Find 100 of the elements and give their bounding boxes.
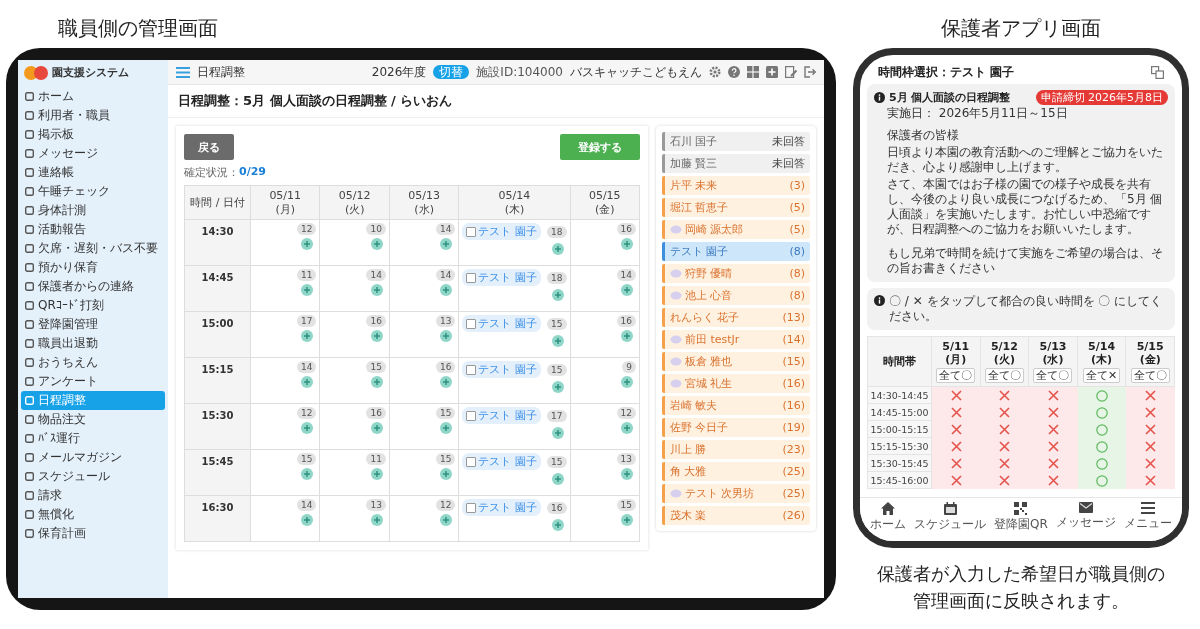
select-all-button[interactable]: 全て✕ [1083, 368, 1121, 383]
plus-icon[interactable] [370, 330, 383, 342]
plus-icon[interactable] [370, 422, 383, 434]
sidebar-item[interactable]: 活動報告 [21, 220, 165, 239]
select-all-button[interactable]: 全て〇 [936, 368, 976, 383]
nav-item[interactable]: スケジュール [914, 502, 987, 533]
plus-icon[interactable] [370, 238, 383, 250]
sidebar-item[interactable]: 連絡帳 [21, 163, 165, 182]
sidebar-item[interactable]: 職員出退勤 [21, 334, 165, 353]
plus-icon[interactable] [551, 427, 564, 439]
nav-item[interactable]: メッセージ [1055, 502, 1116, 533]
sidebar-item[interactable]: メールマガジン [21, 448, 165, 467]
sidebar-item[interactable]: 身体計測 [21, 201, 165, 220]
sidebar-item[interactable]: 保護者からの連絡 [21, 277, 165, 296]
plus-icon[interactable] [551, 289, 564, 301]
sidebar-item[interactable]: 保育計画 [21, 524, 165, 543]
roster-item[interactable]: 石川 国子 未回答 [662, 132, 810, 151]
checkbox[interactable] [466, 364, 477, 375]
plus-icon[interactable] [551, 243, 564, 255]
sidebar-item[interactable]: 請求 [21, 486, 165, 505]
sidebar-item[interactable]: 預かり保育 [21, 258, 165, 277]
plus-icon[interactable] [301, 422, 314, 434]
nav-item[interactable]: ホーム [870, 502, 906, 533]
checkbox[interactable] [466, 502, 477, 513]
back-button[interactable]: 戻る [184, 134, 234, 160]
plus-icon[interactable] [301, 284, 314, 296]
plus-icon[interactable] [621, 468, 633, 480]
plus-icon[interactable] [370, 468, 383, 480]
nav-item[interactable]: 登降園QR [994, 502, 1048, 533]
plus-icon[interactable] [301, 376, 314, 388]
sidebar-item[interactable]: メッセージ [21, 144, 165, 163]
count-badge: 16 [547, 501, 567, 514]
plus-icon[interactable] [440, 422, 453, 434]
plus-icon[interactable] [621, 238, 633, 250]
gear-icon[interactable] [709, 66, 721, 78]
roster-item[interactable]: 加藤 賢三 未回答 [662, 154, 810, 173]
plus-icon[interactable] [370, 514, 383, 526]
count-badge: 14 [616, 269, 636, 281]
sidebar-item[interactable]: 掲示板 [21, 125, 165, 144]
plus-icon[interactable] [440, 238, 453, 250]
home-icon [881, 502, 895, 515]
sidebar-item[interactable]: 午睡チェック [21, 182, 165, 201]
roster-item[interactable]: テスト 園子 (8) [662, 242, 810, 261]
select-all-button[interactable]: 全て〇 [1130, 368, 1170, 383]
plus-icon[interactable] [440, 330, 453, 342]
plus-icon[interactable] [621, 376, 633, 388]
sidebar-item[interactable]: 欠席・遅刻・バス不要 [21, 239, 165, 258]
plus-icon[interactable] [440, 514, 453, 526]
sidebar-item[interactable]: ﾊﾞｽ運行 [21, 429, 165, 448]
plus-icon[interactable] [551, 381, 564, 393]
checkbox[interactable] [466, 410, 477, 421]
plus-icon[interactable] [621, 284, 633, 296]
menu-icon[interactable] [1140, 502, 1155, 514]
slot-button[interactable] [1126, 472, 1175, 489]
plus-icon[interactable] [301, 330, 314, 342]
student-name: 宮城 礼生 [685, 376, 733, 391]
select-all-button[interactable]: 全て〇 [984, 368, 1024, 383]
sidebar-item[interactable]: おうちえん [21, 353, 165, 372]
plus-icon[interactable] [551, 473, 564, 485]
screen-title: 時間枠選択：テスト 園子 [878, 64, 1015, 81]
checkbox[interactable] [466, 318, 477, 329]
edit-icon[interactable] [785, 66, 797, 78]
slot-button[interactable] [1126, 387, 1175, 404]
nav-item[interactable]: メニュー [1123, 502, 1172, 533]
logout-icon[interactable] [804, 66, 816, 78]
plus-icon[interactable] [551, 519, 564, 531]
plus-icon[interactable] [301, 238, 314, 250]
grid-icon[interactable] [747, 66, 759, 78]
count-badge: 12 [297, 407, 317, 419]
plus-icon[interactable] [621, 514, 633, 526]
plus-icon[interactable] [621, 422, 633, 434]
select-all-button[interactable]: 全て〇 [1033, 368, 1073, 383]
plus-icon[interactable] [440, 376, 453, 388]
plus-icon[interactable] [440, 284, 453, 296]
sidebar-item[interactable]: スケジュール [21, 467, 165, 486]
sidebar-item[interactable]: 利用者・職員 [21, 106, 165, 125]
response-count: (23) [782, 443, 805, 456]
plus-icon[interactable] [301, 468, 314, 480]
plus-square-icon[interactable] [766, 66, 778, 78]
notice-paragraph: さて、本園ではお子様の園での様子や成長を共有し、今後のより良い成長につなげるため、「5月 個人面談」を実施いたします。お忙しい中恐縮ですが、日程調整へのご協力をお願いいたします。 [886, 177, 1164, 237]
plus-icon[interactable] [551, 335, 564, 347]
checkbox[interactable] [466, 456, 477, 467]
plus-icon[interactable] [621, 330, 633, 342]
sidebar-item[interactable]: アンケート [21, 372, 165, 391]
plus-icon[interactable] [301, 514, 314, 526]
checkbox[interactable] [466, 226, 477, 237]
help-icon[interactable] [728, 66, 740, 78]
square-icon [25, 453, 34, 462]
plus-icon[interactable] [440, 468, 453, 480]
translate-icon[interactable] [1151, 66, 1164, 79]
checkbox[interactable] [466, 272, 477, 283]
page-heading: 日程調整：5月 個人面談の日程調整 / らいおん [168, 85, 824, 118]
date-label: 5/13 [1039, 340, 1067, 353]
sidebar-item[interactable]: 登降園管理 [21, 315, 165, 334]
sidebar-item[interactable]: ホーム [21, 87, 165, 106]
sidebar-item[interactable]: QRｺｰﾄﾞ打刻 [21, 296, 165, 315]
sidebar-item[interactable]: 物品注文 [21, 410, 165, 429]
plus-icon[interactable] [370, 284, 383, 296]
sidebar-item[interactable]: 無償化 [21, 505, 165, 524]
plus-icon[interactable] [370, 376, 383, 388]
